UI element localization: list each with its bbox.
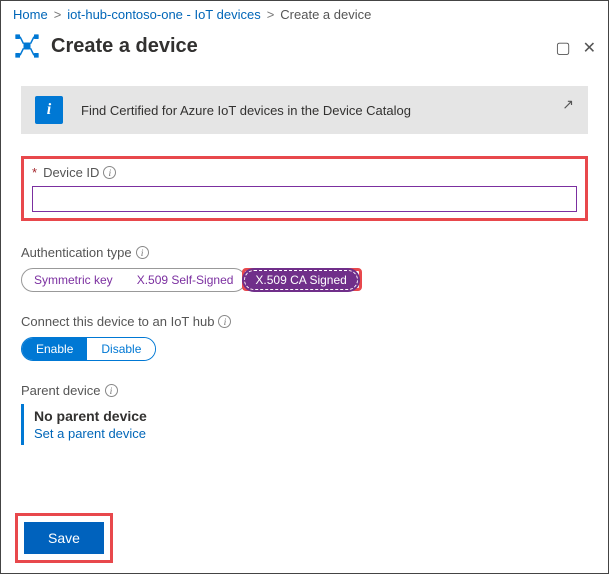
help-icon[interactable]: i: [136, 246, 149, 259]
external-link-icon[interactable]: ↗: [562, 96, 574, 113]
parent-device-box: No parent device Set a parent device: [21, 404, 588, 445]
parent-device-section: Parent device i No parent device Set a p…: [21, 383, 588, 445]
device-id-highlight: * Device ID i: [21, 156, 588, 221]
breadcrumb: Home > iot-hub-contoso-one - IoT devices…: [1, 1, 608, 28]
auth-type-label: Authentication type i: [21, 245, 588, 260]
info-banner[interactable]: i Find Certified for Azure IoT devices i…: [21, 86, 588, 134]
required-asterisk: *: [32, 165, 37, 180]
auth-type-pill-group: Symmetric key X.509 Self-Signed: [21, 268, 246, 292]
connect-enable[interactable]: Enable: [22, 338, 87, 360]
device-id-input[interactable]: [32, 186, 577, 212]
breadcrumb-hub[interactable]: iot-hub-contoso-one - IoT devices: [67, 7, 260, 22]
page-title: Create a device: [51, 35, 198, 58]
help-icon[interactable]: i: [105, 384, 118, 397]
info-banner-text: Find Certified for Azure IoT devices in …: [81, 103, 411, 118]
auth-ca-highlight: X.509 CA Signed: [242, 268, 361, 291]
save-button[interactable]: Save: [24, 522, 104, 554]
page-header: Create a device ▢ ✕: [1, 28, 608, 76]
close-icon[interactable]: ✕: [583, 38, 596, 58]
set-parent-link[interactable]: Set a parent device: [34, 426, 146, 441]
breadcrumb-home[interactable]: Home: [13, 7, 48, 22]
device-id-label: * Device ID i: [32, 165, 577, 180]
connect-hub-section: Connect this device to an IoT hub i Enab…: [21, 314, 588, 361]
auth-type-section: Authentication type i Symmetric key X.50…: [21, 245, 588, 292]
chevron-right-icon: >: [267, 7, 275, 22]
help-icon[interactable]: i: [218, 315, 231, 328]
auth-option-symmetric[interactable]: Symmetric key: [22, 270, 125, 290]
chevron-right-icon: >: [54, 7, 62, 22]
device-icon: [13, 32, 41, 60]
parent-device-label: Parent device i: [21, 383, 588, 398]
auth-option-self-signed[interactable]: X.509 Self-Signed: [125, 270, 246, 290]
save-highlight: Save: [15, 513, 113, 563]
parent-device-none: No parent device: [34, 408, 588, 424]
help-icon[interactable]: i: [103, 166, 116, 179]
auth-option-ca-signed[interactable]: X.509 CA Signed: [244, 270, 357, 290]
connect-hub-label: Connect this device to an IoT hub i: [21, 314, 588, 329]
connect-disable[interactable]: Disable: [87, 338, 155, 360]
maximize-icon[interactable]: ▢: [555, 38, 570, 58]
breadcrumb-current: Create a device: [280, 7, 371, 22]
connect-toggle: Enable Disable: [21, 337, 156, 361]
info-icon: i: [35, 96, 63, 124]
